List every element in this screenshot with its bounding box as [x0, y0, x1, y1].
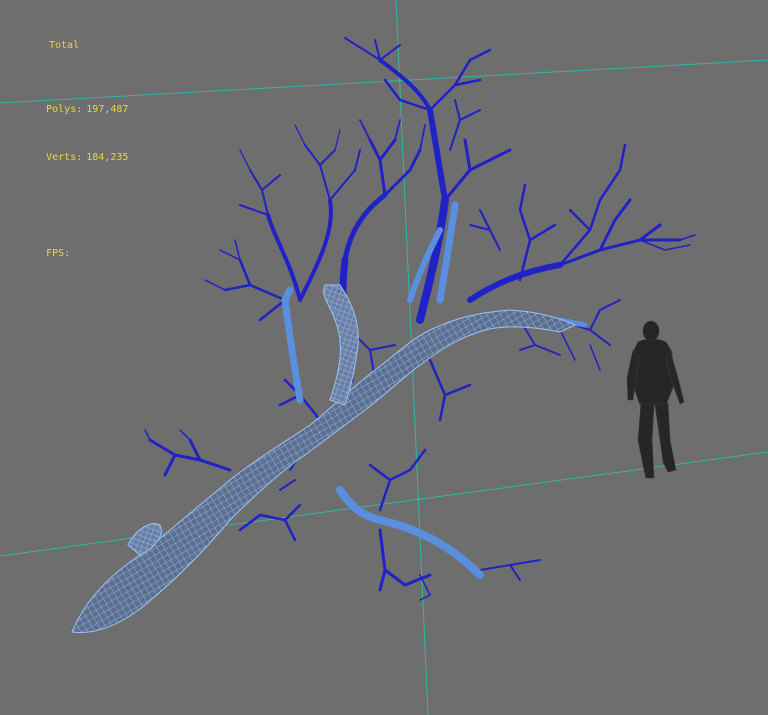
- stats-hud: Total Polys: 197,487 Verts: 184,235 FPS:: [10, 6, 128, 278]
- figure-head: [642, 320, 660, 342]
- tree-trunk: [71, 284, 577, 634]
- hud-fps-row: FPS:: [10, 230, 128, 259]
- figure-left-leg: [637, 402, 655, 479]
- 3d-viewport[interactable]: Total Polys: 197,487 Verts: 184,235 FPS:: [0, 0, 768, 715]
- hud-verts-row: Verts: 184,235: [10, 134, 128, 163]
- limb-vertical: [323, 284, 359, 406]
- hud-verts-label: Verts:: [46, 152, 83, 163]
- hud-header: Total: [49, 40, 80, 51]
- human-scale-figure: [626, 320, 685, 479]
- hud-polys-label: Polys:: [46, 104, 83, 115]
- hud-spacer: [10, 182, 128, 198]
- hud-polys-value: 197,487: [86, 104, 129, 115]
- trunk-main: [71, 309, 577, 634]
- hud-verts-value: 184,235: [86, 152, 129, 163]
- hud-fps-label: FPS:: [46, 248, 71, 259]
- hud-polys-row: Polys: 197,487: [10, 86, 128, 115]
- figure-right-leg: [654, 402, 677, 473]
- figure-torso: [632, 338, 675, 406]
